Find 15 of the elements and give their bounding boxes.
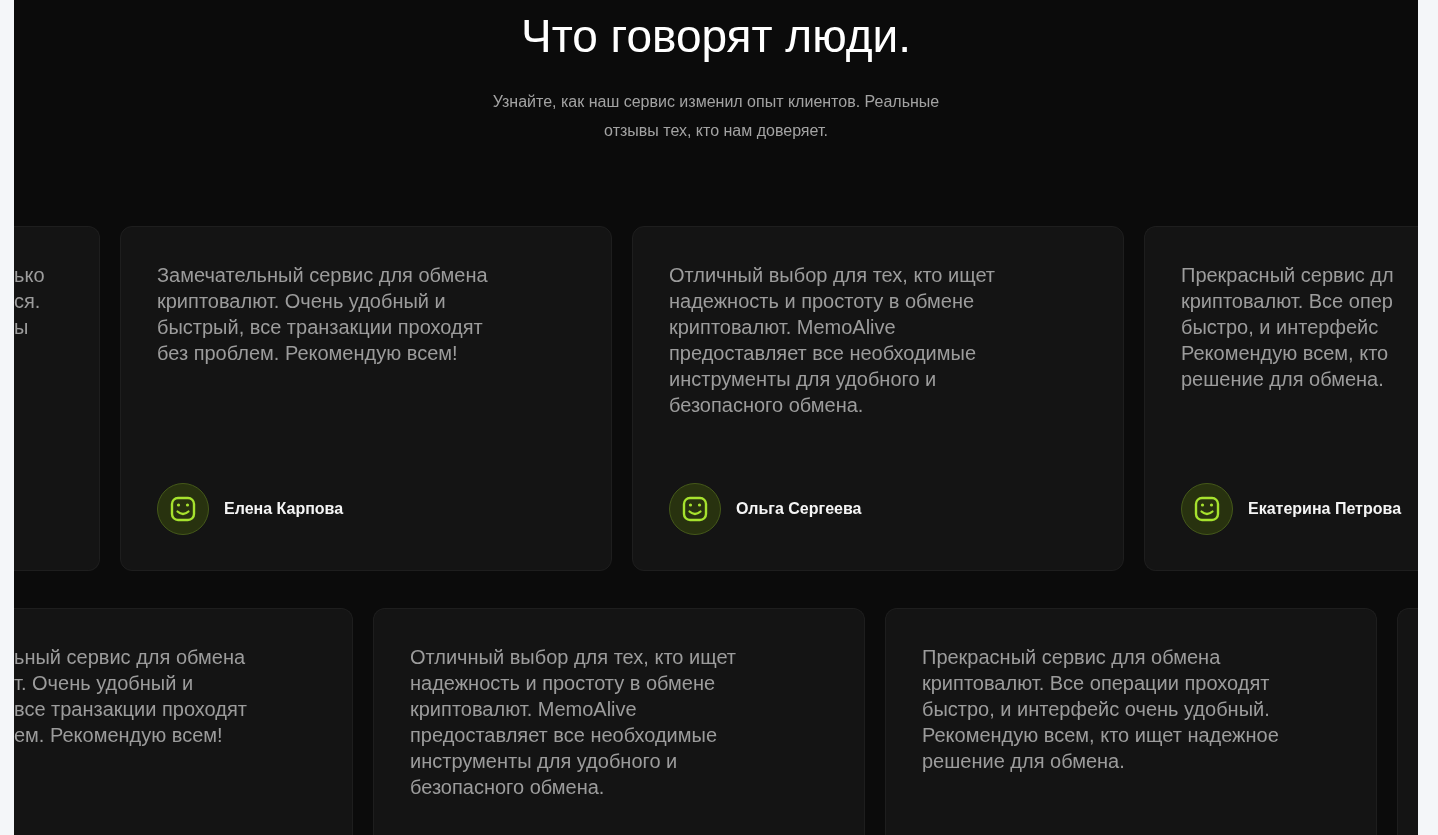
review-text: Отличный выбор для тех, кто ищет надежность и простоту в обмене криптовалют. MemoAlive предоставляет все необходимые инструменты для удобного и безопасного обмена.	[410, 645, 737, 800]
author-name: Елена Карпова	[224, 500, 344, 518]
review-text: ьный сервис для обмена т. Очень удобный и все транзакции проходят ем. Рекомендую всем!	[14, 645, 248, 748]
review-text: ько ся. ы	[14, 263, 46, 340]
section-title: Что говорят люди.	[521, 9, 911, 64]
review-text: Прекрасный сервис дл криптовалют. Все опер быстро, и интерфейс Рекомендую всем, кто решение для обмена.	[1181, 263, 1395, 392]
author-name: Ольга Сергеева	[736, 500, 862, 518]
section-subtitle: Узнайте, как наш сервис изменил опыт клиентов. Реальные отзывы тех, кто нам доверяет.	[492, 92, 940, 141]
review-text: Отличный выбор для тех, кто ищет надежность и простоту в обмене криптовалют. MemoAlive предоставляет все необходимые инструменты для удобного и безопасного обмена.	[669, 263, 996, 418]
smiley-icon	[1181, 483, 1233, 535]
review-text: Прекрасный сервис для обмена криптовалют. Все операции проходят быстро, и интерфейс очень удобный. Рекомендую всем, кто ищет надежное решение для обмена.	[922, 645, 1280, 774]
author-name: Екатерина Петрова	[1248, 500, 1402, 518]
smiley-icon	[157, 483, 209, 535]
review-text: Замечательный сервис для обмена криптовалют. Очень удобный и быстрый, все транзакции проходят без проблем. Рекомендую всем!	[157, 263, 489, 366]
smiley-icon	[669, 483, 721, 535]
